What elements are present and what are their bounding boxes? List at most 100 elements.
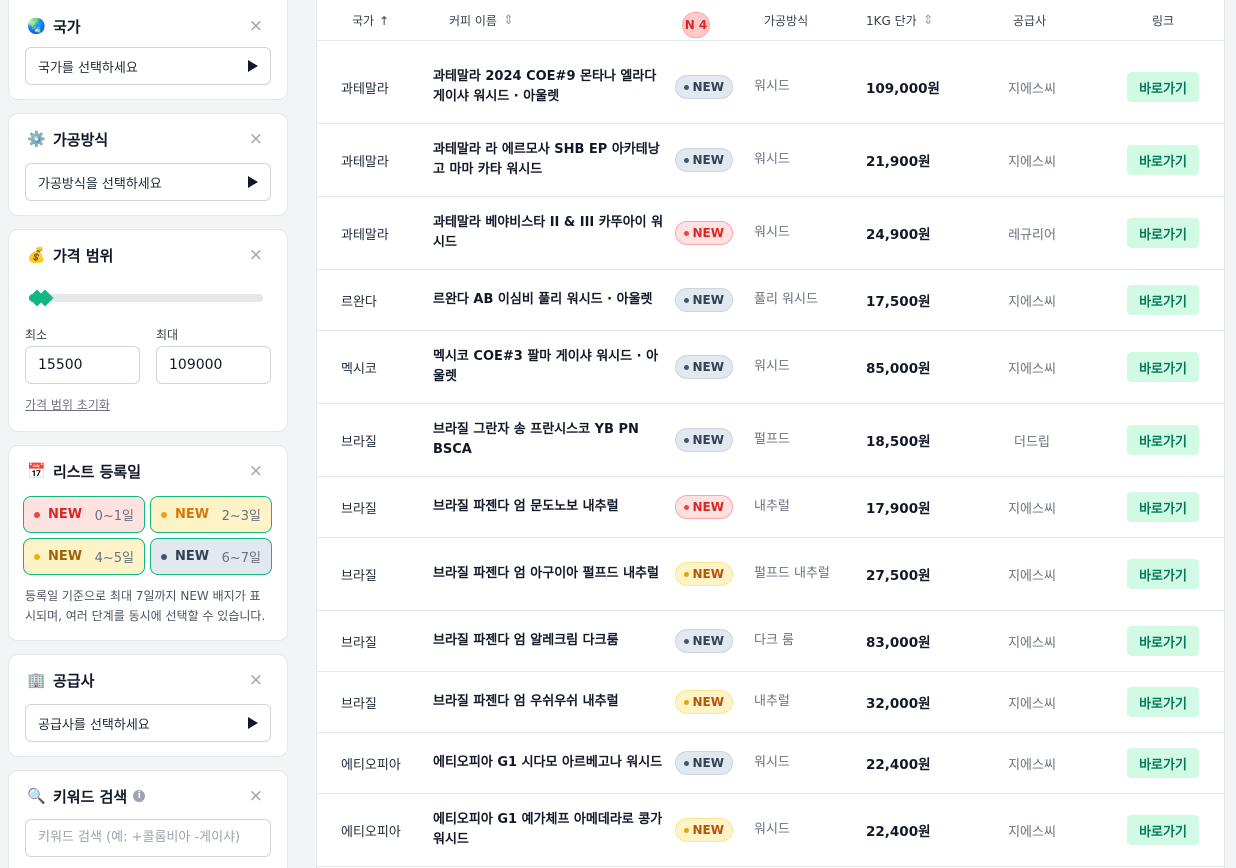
country-select-placeholder: 국가를 선택하세요 <box>38 60 138 76</box>
table-row: 과테말라 과테말라 라 에르모사 SHB EP 아카테낭고 마마 카타 워시드 … <box>317 124 1224 197</box>
table-row: 브라질 브라질 파젠다 엄 문도노보 내추럴 NEW 내추럴 17,900원 지… <box>317 477 1224 538</box>
th-price[interactable]: 1KG 단가 ⇕ <box>866 1 934 41</box>
row-name: 과테말라 2024 COE#9 몬타나 엘라다 게이샤 워시드 · 아울렛 <box>433 69 657 104</box>
new-chip-tag: NEW <box>175 507 210 522</box>
go-link-button[interactable]: 바로가기 <box>1127 425 1199 455</box>
new-chip-4-5[interactable]: NEW 4~5일 <box>23 538 145 575</box>
new-badge: NEW <box>674 428 733 452</box>
row-name-cell: 브라질 그란자 송 프란시스코 YB PN BSCA NEW <box>433 404 733 476</box>
th-name[interactable]: 커피 이름 ⇕ <box>449 1 514 41</box>
go-link-button[interactable]: 바로가기 <box>1127 687 1199 717</box>
globe-icon: 🌏 <box>27 17 46 35</box>
price-range-slider[interactable] <box>28 289 263 307</box>
row-process: 워시드 <box>754 225 790 240</box>
row-process: 워시드 <box>754 79 790 94</box>
th-supplier-label: 공급사 <box>1013 14 1047 28</box>
price-min-input[interactable]: 15500 <box>25 346 140 384</box>
table-row: 브라질 브라질 그란자 송 프란시스코 YB PN BSCA NEW 펄프드 1… <box>317 404 1224 477</box>
info-icon[interactable]: i <box>133 790 146 802</box>
row-name-cell: 과테말라 2024 COE#9 몬타나 엘라다 게이샤 워시드 · 아울렛 NE… <box>433 51 733 123</box>
go-link-button[interactable]: 바로가기 <box>1127 626 1199 656</box>
new-badge-label: NEW <box>692 500 724 514</box>
table-row: 브라질 브라질 파젠다 엄 아구이아 펄프드 내추럴 NEW 펄프드 내추럴 2… <box>317 538 1224 611</box>
price-filter-close-icon[interactable]: × <box>249 244 263 266</box>
go-link-button[interactable]: 바로가기 <box>1127 492 1199 522</box>
process-select[interactable]: 가공방식을 선택하세요 <box>25 163 271 201</box>
new-chip-2-3[interactable]: NEW 2~3일 <box>150 496 272 533</box>
th-country[interactable]: 국가 ↑ <box>352 1 389 41</box>
row-country: 브라질 <box>341 501 377 517</box>
row-price: 32,000원 <box>866 696 931 712</box>
country-filter-card: 🌏 국가 × 국가를 선택하세요 <box>8 0 288 100</box>
country-filter-title: 국가 <box>53 17 81 36</box>
th-name-label: 커피 이름 <box>449 14 497 28</box>
row-name: 에티오피아 G1 시다모 아르베고나 워시드 <box>433 755 663 770</box>
row-supplier: 지에스씨 <box>1008 294 1056 310</box>
process-filter-close-icon[interactable]: × <box>249 128 263 150</box>
new-badge-label: NEW <box>692 433 724 447</box>
new-badge-label: NEW <box>692 634 724 648</box>
row-price: 24,900원 <box>866 227 931 243</box>
red-dot-icon <box>34 511 40 518</box>
row-link-cell: 바로가기 <box>1127 404 1199 476</box>
go-link-button[interactable]: 바로가기 <box>1127 815 1199 845</box>
keyword-filter-close-icon[interactable]: × <box>249 785 263 807</box>
row-price: 109,000원 <box>866 81 940 97</box>
go-link-button[interactable]: 바로가기 <box>1127 748 1199 778</box>
badge-dot-icon <box>683 504 689 510</box>
keyword-filter-title: 키워드 검색 <box>53 787 128 806</box>
price-max-input[interactable]: 109000 <box>156 346 271 384</box>
go-link-button[interactable]: 바로가기 <box>1127 145 1199 175</box>
date-filter-close-icon[interactable]: × <box>249 460 263 482</box>
row-name-wrap: 멕시코 COE#3 팔마 게이샤 워시드 · 아울렛 NEW <box>433 347 733 387</box>
play-icon <box>248 60 258 72</box>
row-name: 브라질 파젠다 엄 알레크림 다크룸 <box>433 633 619 648</box>
table-row: 브라질 브라질 파젠다 엄 알레크림 다크룸 NEW 다크 룸 83,000원 … <box>317 611 1224 672</box>
row-name: 과테말라 베야비스타 II & III 카뚜아이 워시드 <box>433 215 664 250</box>
go-link-button[interactable]: 바로가기 <box>1127 285 1199 315</box>
row-supplier: 지에스씨 <box>1008 824 1056 840</box>
row-name: 과테말라 라 에르모사 SHB EP 아카테낭고 마마 카타 워시드 <box>433 142 660 177</box>
row-country: 브라질 <box>341 568 377 584</box>
row-process: 워시드 <box>754 152 790 167</box>
supplier-filter-close-icon[interactable]: × <box>249 669 263 691</box>
keyword-search-input[interactable]: 키워드 검색 (예: +콜롬비아 -게이샤) <box>25 819 271 857</box>
go-link-button[interactable]: 바로가기 <box>1127 352 1199 382</box>
go-link-button[interactable]: 바로가기 <box>1127 72 1199 102</box>
th-process: 가공방식 <box>764 1 808 41</box>
new-chip-0-1[interactable]: NEW 0~1일 <box>23 496 145 533</box>
new-badge: NEW <box>674 751 733 775</box>
go-link-button[interactable]: 바로가기 <box>1127 218 1199 248</box>
go-link-button[interactable]: 바로가기 <box>1127 559 1199 589</box>
row-process: 워시드 <box>754 822 790 837</box>
row-supplier: 레규리어 <box>1008 227 1056 243</box>
country-select[interactable]: 국가를 선택하세요 <box>25 47 271 85</box>
th-link: 링크 <box>1152 1 1174 41</box>
money-bag-icon: 💰 <box>27 246 46 264</box>
sort-icon: ⇕ <box>922 13 934 28</box>
process-filter-title: 가공방식 <box>53 130 109 149</box>
row-country: 에티오피아 <box>341 757 401 773</box>
badge-dot-icon <box>683 437 689 443</box>
gear-icon: ⚙️ <box>27 130 46 148</box>
country-filter-close-icon[interactable]: × <box>249 15 263 37</box>
badge-dot-icon <box>683 699 689 705</box>
keyword-filter-card: 🔍 키워드 검색 i × 키워드 검색 (예: +콜롬비아 -게이샤) <box>8 770 288 868</box>
row-name: 멕시코 COE#3 팔마 게이샤 워시드 · 아울렛 <box>433 349 659 384</box>
row-country: 과테말라 <box>341 227 389 243</box>
new-badge-label: NEW <box>692 823 724 837</box>
new-chip-6-7[interactable]: NEW 6~7일 <box>150 538 272 575</box>
row-link-cell: 바로가기 <box>1127 538 1199 610</box>
new-count-badge[interactable]: N 4 <box>682 12 710 38</box>
new-badge: NEW <box>674 818 733 842</box>
price-reset-link[interactable]: 가격 범위 초기화 <box>25 396 110 413</box>
row-supplier: 지에스씨 <box>1008 568 1056 584</box>
supplier-select[interactable]: 공급사를 선택하세요 <box>25 704 271 742</box>
play-icon <box>248 717 258 729</box>
badge-dot-icon <box>683 84 689 90</box>
sort-ascending-icon: ↑ <box>379 14 390 28</box>
table-row: 브라질 브라질 파젠다 엄 우쉬우쉬 내추럴 NEW 내추럴 32,000원 지… <box>317 672 1224 733</box>
row-name: 브라질 파젠다 엄 우쉬우쉬 내추럴 <box>433 694 619 709</box>
row-link-cell: 바로가기 <box>1127 477 1199 537</box>
row-process: 펄프드 내추럴 <box>754 566 830 581</box>
